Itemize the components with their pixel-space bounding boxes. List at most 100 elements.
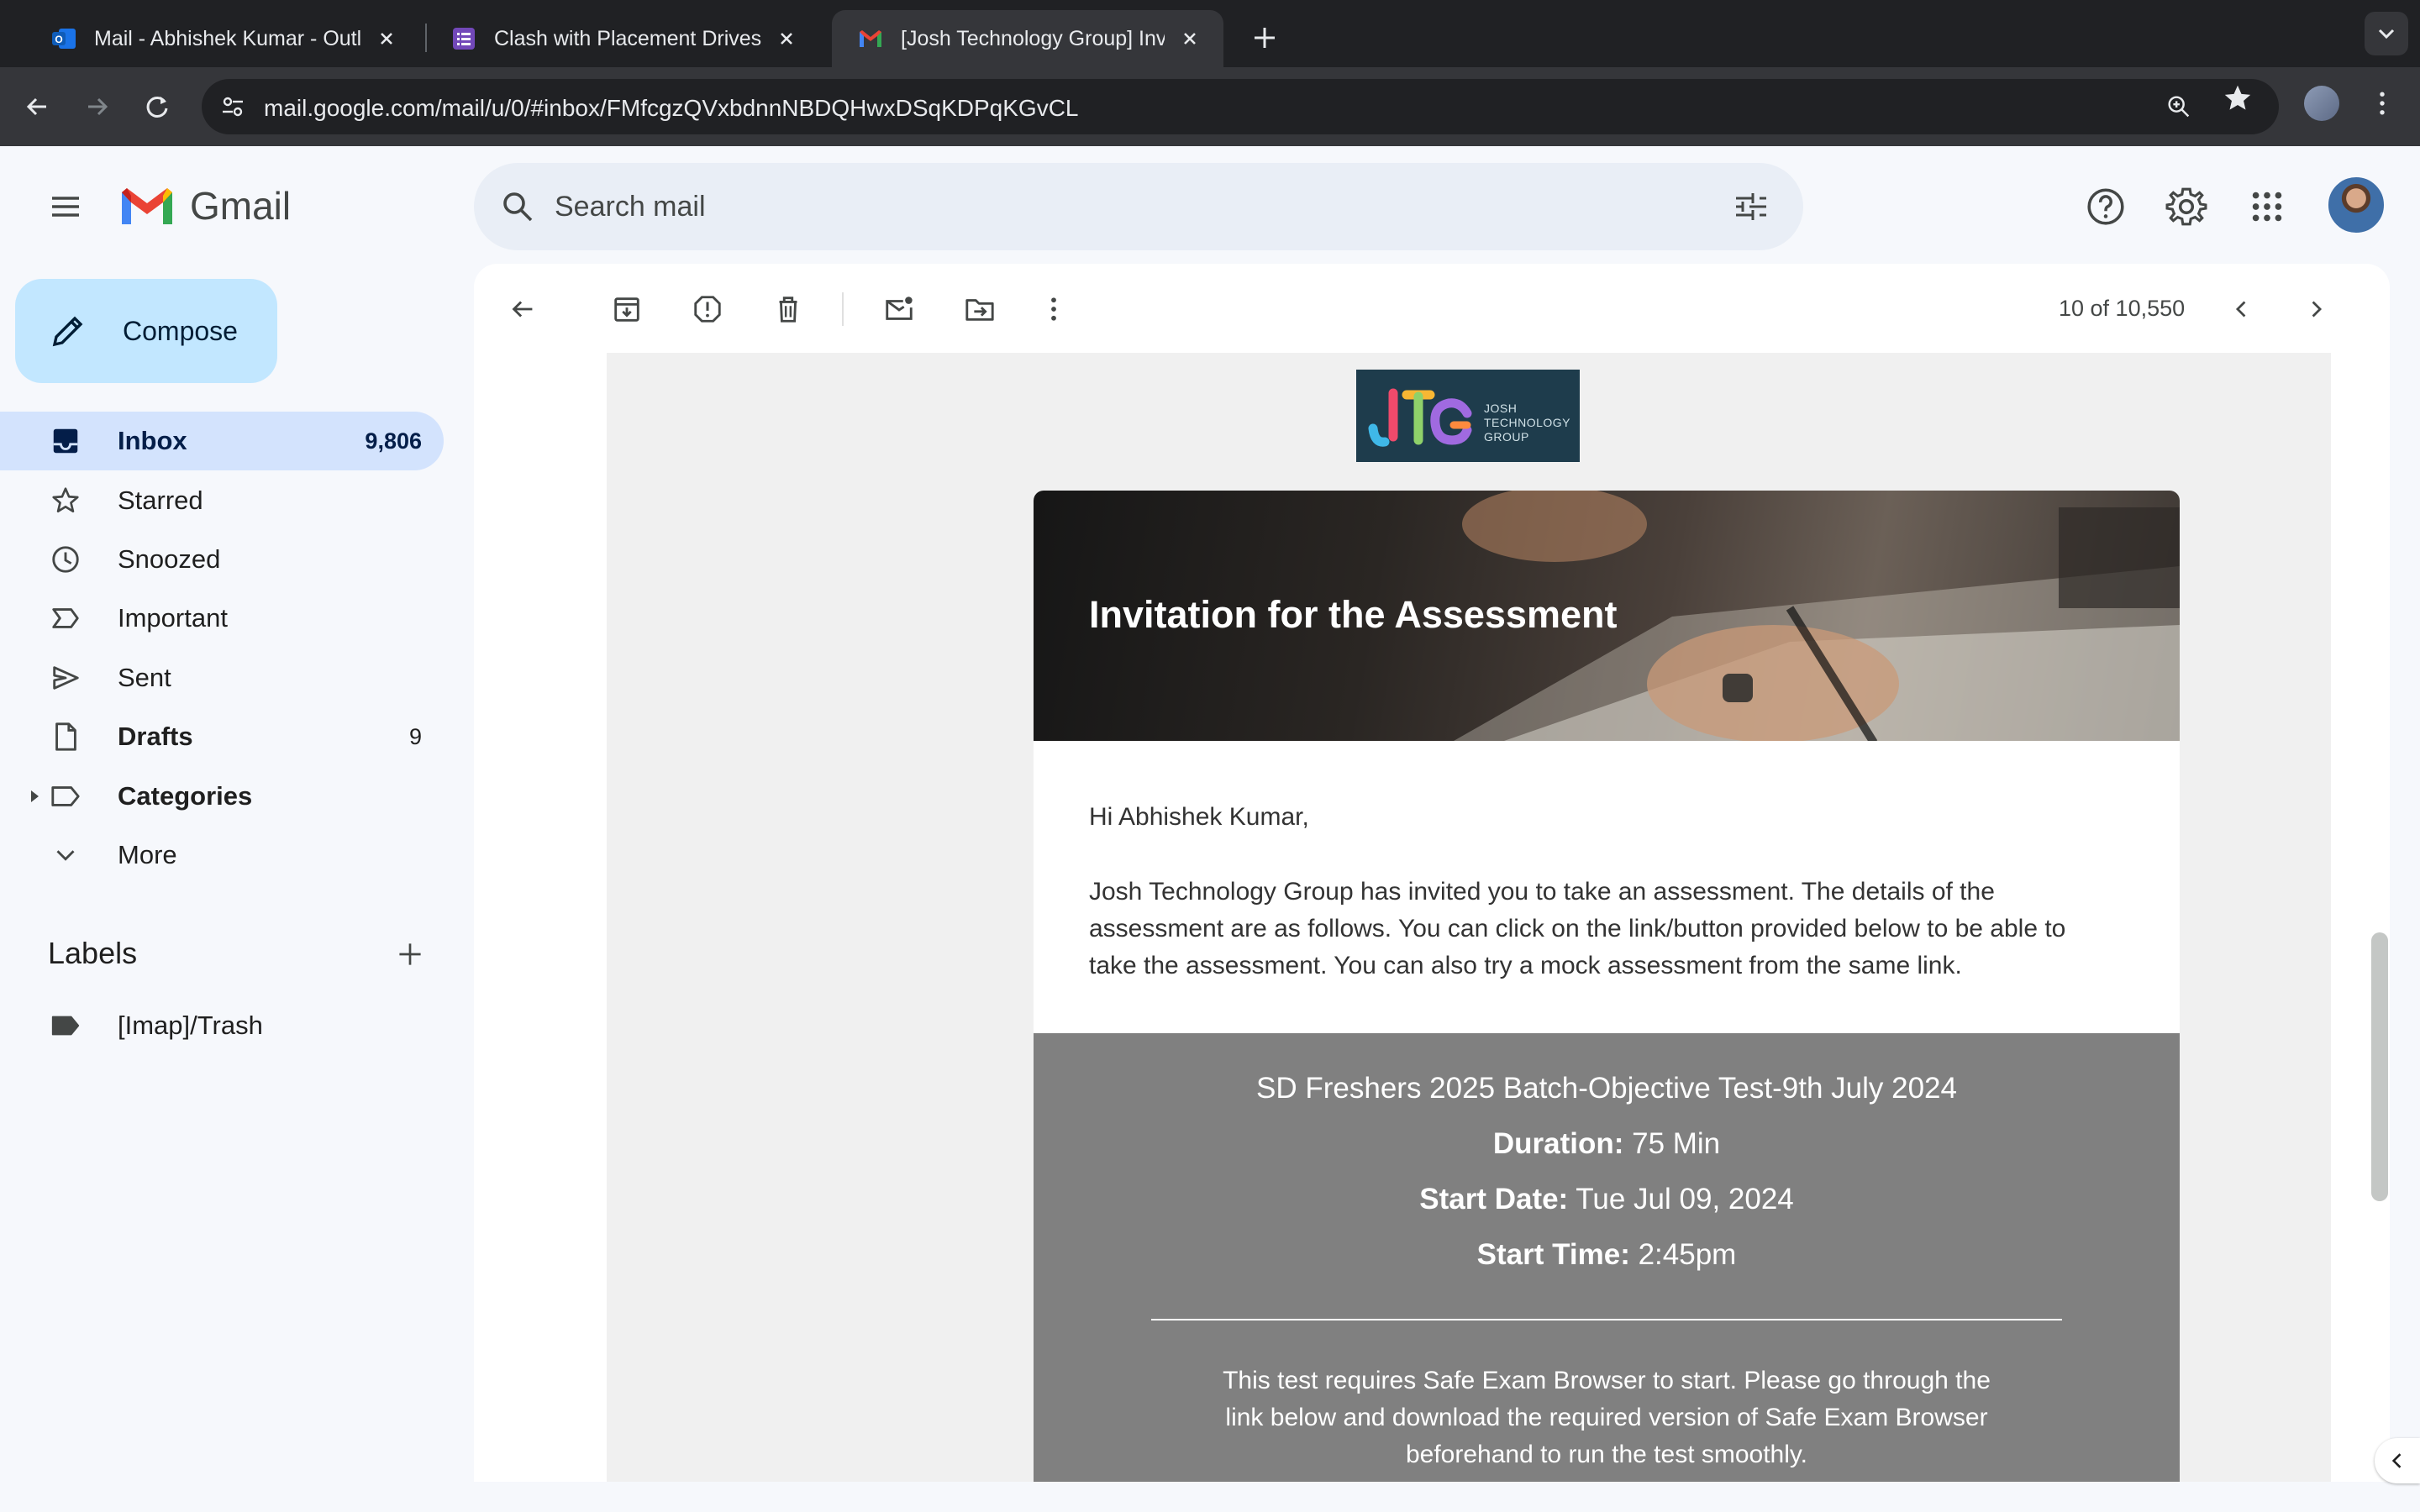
- zoom-icon[interactable]: [2160, 87, 2198, 126]
- gmail-logo[interactable]: Gmail: [118, 180, 291, 232]
- arrow-right-icon: [88, 97, 108, 116]
- gmail-wordmark: Gmail: [190, 184, 292, 228]
- start-date-value: Tue Jul 09, 2024: [1568, 1183, 1794, 1215]
- scrollbar-thumb[interactable]: [2371, 932, 2388, 1201]
- chevron-down-icon: [2378, 29, 2395, 39]
- search-icon[interactable]: [497, 186, 538, 227]
- star-icon: [47, 482, 84, 519]
- duration-line: Duration: 75 Min: [1034, 1127, 2180, 1161]
- back-to-inbox-icon[interactable]: [502, 289, 543, 329]
- compose-button[interactable]: Compose: [15, 279, 277, 383]
- new-tab-icon[interactable]: [1244, 17, 1286, 59]
- sidebar-item-label: Categories: [118, 781, 253, 811]
- sidebar-item-more[interactable]: More: [0, 826, 444, 885]
- sidebar-item-important[interactable]: Important: [0, 589, 444, 648]
- report-spam-icon[interactable]: [687, 289, 728, 329]
- label-icon: [47, 778, 84, 815]
- close-tab-icon[interactable]: [775, 27, 798, 50]
- gmail-m-icon: [122, 188, 172, 224]
- email-body: JOSH TECHNOLOGY GROUP Invitation for the A…: [607, 353, 2331, 1482]
- send-icon: [47, 659, 84, 696]
- search-bar[interactable]: [474, 163, 1803, 250]
- chevron-down-icon: [47, 837, 84, 874]
- close-tab-icon[interactable]: [375, 27, 398, 50]
- message-toolbar: 10 of 10,550: [474, 264, 2390, 353]
- chevron-left-icon: [2391, 1453, 2402, 1468]
- move-to-icon[interactable]: [960, 289, 1000, 329]
- sidebar-item-snoozed[interactable]: Snoozed: [0, 530, 444, 589]
- browser-tab-forms[interactable]: Clash with Placement Drives -: [425, 10, 820, 67]
- chrome-menu-icon[interactable]: [2368, 86, 2396, 121]
- sidebar-item-sent[interactable]: Sent: [0, 648, 444, 707]
- inbox-icon: [47, 423, 84, 459]
- compose-label: Compose: [123, 315, 238, 346]
- bookmark-star-icon[interactable]: [2218, 79, 2257, 118]
- browser-toolbar: mail.google.com/mail/u/0/#inbox/FMfcgzQV…: [0, 67, 2420, 146]
- delete-trash-icon[interactable]: [768, 289, 808, 329]
- sidebar-item-label: Inbox: [118, 426, 187, 455]
- sidebar-item-drafts[interactable]: Drafts 9: [0, 707, 444, 766]
- jtg-mark-icon: [1368, 388, 1472, 447]
- back-button[interactable]: [17, 86, 59, 128]
- svg-text:O: O: [55, 34, 62, 45]
- intro-paragraph: Josh Technology Group has invited you to…: [1089, 878, 2066, 979]
- duration-label: Duration:: [1492, 1127, 1624, 1160]
- account-avatar[interactable]: [2326, 175, 2386, 235]
- more-options-icon[interactable]: [1034, 289, 1074, 329]
- reload-button[interactable]: [136, 86, 178, 128]
- pencil-icon: [47, 310, 89, 352]
- apps-grid-icon[interactable]: [2244, 183, 2291, 230]
- sidebar-item-categories[interactable]: Categories: [0, 767, 444, 826]
- mark-unread-icon[interactable]: [879, 289, 919, 329]
- search-options-icon[interactable]: [1729, 185, 1773, 228]
- forward-button[interactable]: [76, 86, 118, 128]
- sidebar-item-inbox[interactable]: Inbox 9,806: [0, 412, 444, 470]
- start-time-line: Start Time: 2:45pm: [1034, 1238, 2180, 1272]
- jtg-logo-text: JOSH TECHNOLOGY GROUP: [1484, 402, 1571, 444]
- sidebar-item-label: [Imap]/Trash: [118, 1011, 263, 1040]
- chrome-profile-avatar[interactable]: [2304, 86, 2339, 121]
- main-menu-icon[interactable]: [45, 186, 86, 227]
- josh-technology-group-logo: JOSH TECHNOLOGY GROUP: [1356, 370, 1580, 462]
- sidebar-item-label: Sent: [118, 663, 171, 692]
- search-input[interactable]: [555, 181, 1630, 232]
- sidebar-item-label: Starred: [118, 486, 203, 515]
- test-name: SD Freshers 2025 Batch-Objective Test-9t…: [1256, 1072, 1957, 1105]
- hero-title: Invitation for the Assessment: [1089, 593, 1618, 636]
- email-card: Invitation for the Assessment Hi Abhishe…: [1034, 491, 2180, 1482]
- sidebar-item-label: More: [118, 840, 177, 869]
- duration-value: 75 Min: [1623, 1127, 1721, 1160]
- sidebar-item-imap-trash[interactable]: [Imap]/Trash: [0, 996, 444, 1055]
- gmail-icon: [860, 30, 881, 47]
- archive-icon[interactable]: [607, 289, 647, 329]
- tab-search-button[interactable]: [2365, 12, 2408, 55]
- address-bar[interactable]: mail.google.com/mail/u/0/#inbox/FMfcgzQV…: [202, 79, 2279, 134]
- message-panel: 10 of 10,550 JOSH TECHNOLOGY GROUP Invit…: [474, 264, 2390, 1482]
- forms-icon: [453, 28, 475, 50]
- important-icon: [47, 600, 84, 637]
- older-chevron-right-icon[interactable]: [2296, 289, 2336, 329]
- draft-icon: [47, 718, 84, 755]
- pagination-text: 10 of 10,550: [2059, 296, 2186, 321]
- help-icon[interactable]: [2082, 183, 2129, 230]
- tab-title: Mail - Abhishek Kumar - Outlook: [94, 26, 361, 50]
- browser-tab-gmail[interactable]: [Josh Technology Group] Invitation: [832, 10, 1223, 67]
- newer-chevron-left-icon[interactable]: [2222, 289, 2262, 329]
- label-filled-icon: [47, 1007, 84, 1044]
- arrow-left-icon: [26, 97, 46, 116]
- add-label-icon[interactable]: [390, 934, 430, 974]
- close-tab-icon[interactable]: [1178, 27, 1202, 50]
- settings-gear-icon[interactable]: [2163, 183, 2210, 230]
- sidebar-item-starred[interactable]: Starred: [0, 471, 444, 530]
- url-text[interactable]: mail.google.com/mail/u/0/#inbox/FMfcgzQV…: [264, 95, 1079, 122]
- assessment-details: SD Freshers 2025 Batch-Objective Test-9t…: [1034, 1033, 2180, 1482]
- site-info-icon[interactable]: [213, 87, 252, 126]
- expand-arrow-icon[interactable]: [27, 789, 42, 804]
- safe-exam-browser-note: This test requires Safe Exam Browser to …: [1223, 1367, 1991, 1468]
- side-panel-toggle[interactable]: [2375, 1438, 2420, 1483]
- sidebar-item-label: Important: [118, 603, 228, 633]
- clock-icon: [47, 541, 84, 578]
- details-divider: [1151, 1319, 2062, 1320]
- tab-title: [Josh Technology Group] Invitation: [901, 26, 1165, 50]
- browser-tab-outlook[interactable]: O Mail - Abhishek Kumar - Outlook: [25, 10, 420, 67]
